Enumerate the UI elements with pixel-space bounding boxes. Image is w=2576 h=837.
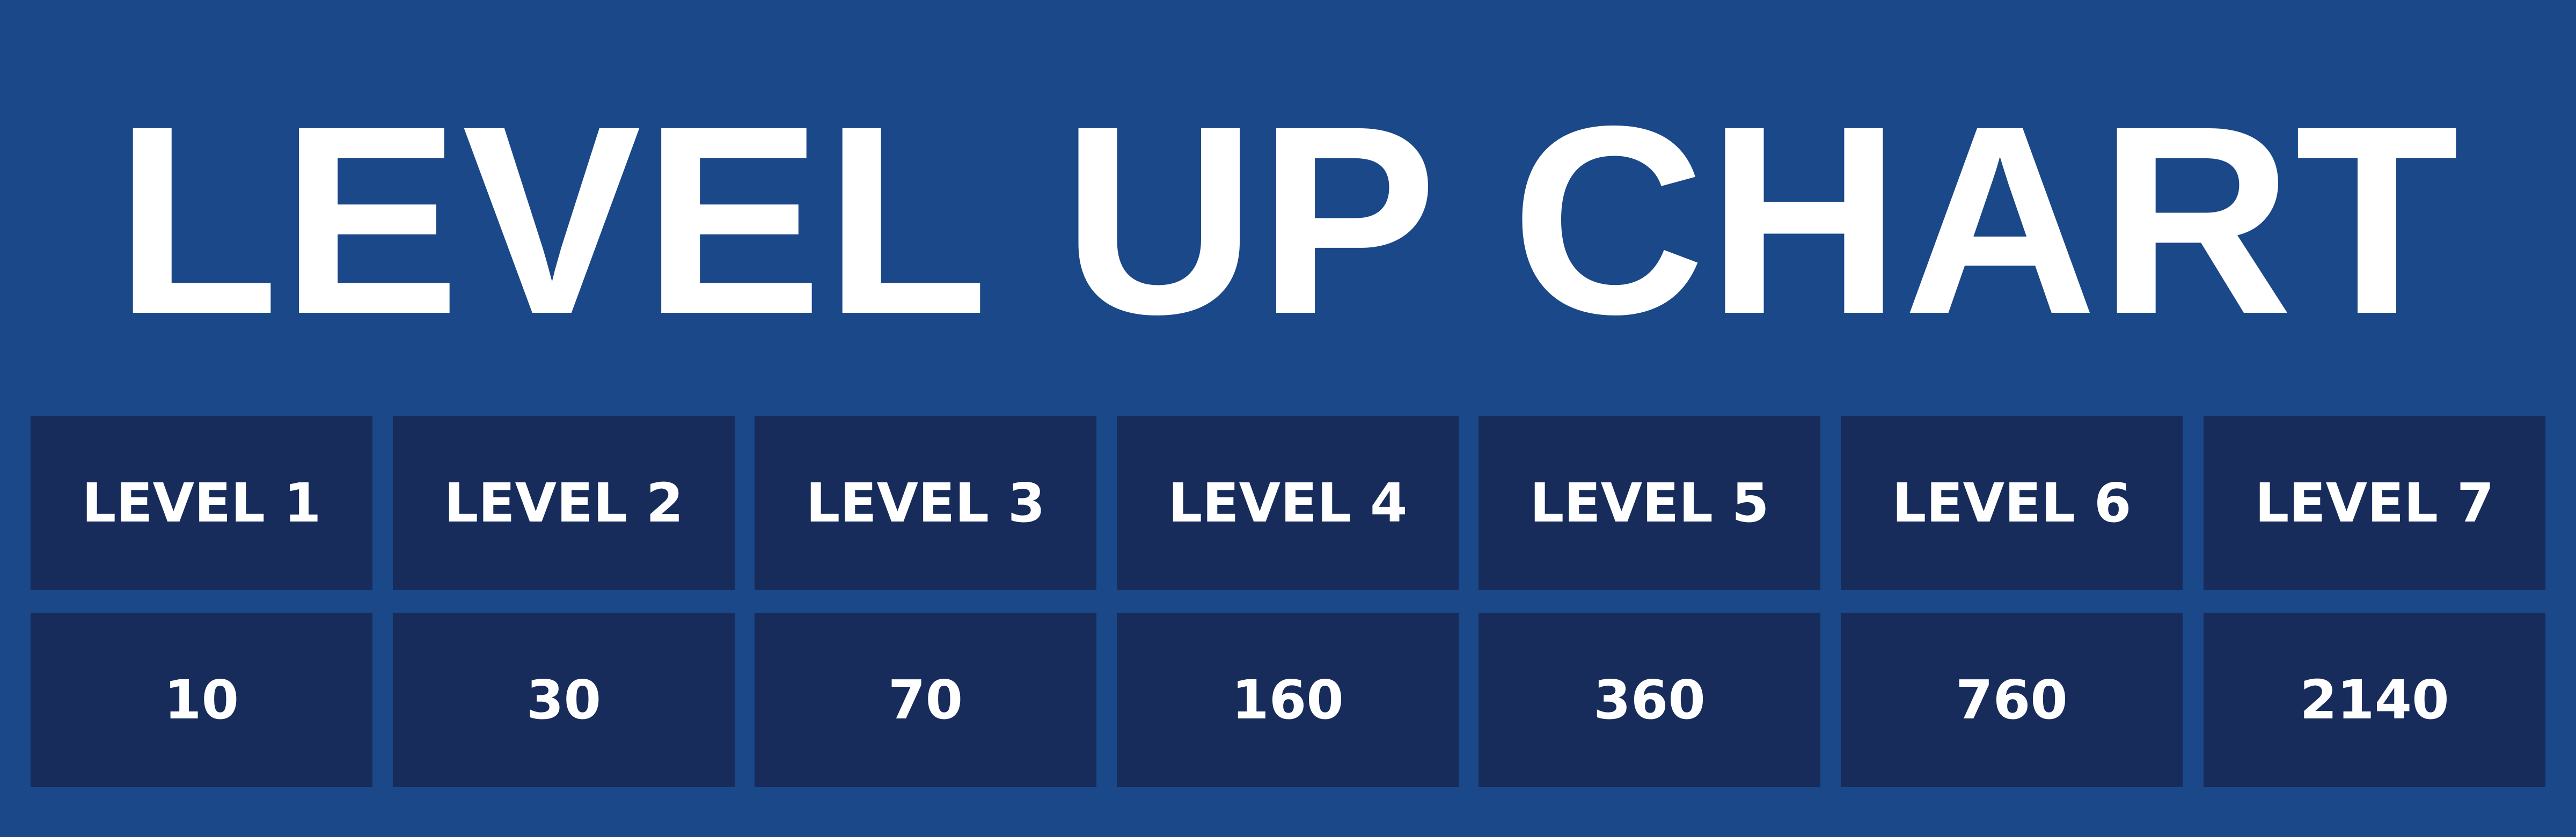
level-value-cell-4: 160 (1117, 613, 1459, 787)
level-header-cell-4: LEVEL 4 (1117, 416, 1459, 590)
level-value-cell-1: 10 (31, 613, 372, 787)
level-value-cell-7: 2140 (2204, 613, 2545, 787)
level-value-cell-2: 30 (393, 613, 735, 787)
level-table: LEVEL 1 LEVEL 2 LEVEL 3 LEVEL 4 LEVEL 5 … (31, 416, 2545, 787)
level-up-chart-page: LEVEL UP CHART LEVEL 1 LEVEL 2 LEVEL 3 L… (0, 0, 2576, 837)
level-value-cell-5: 360 (1479, 613, 1820, 787)
level-header-cell-7: LEVEL 7 (2204, 416, 2545, 590)
level-header-cell-2: LEVEL 2 (393, 416, 735, 590)
level-header-cell-3: LEVEL 3 (755, 416, 1096, 590)
level-value-cell-3: 70 (755, 613, 1096, 787)
level-value-row: 10 30 70 160 360 760 2140 (31, 613, 2545, 787)
level-header-row: LEVEL 1 LEVEL 2 LEVEL 3 LEVEL 4 LEVEL 5 … (31, 416, 2545, 590)
level-header-cell-1: LEVEL 1 (31, 416, 372, 590)
chart-title: LEVEL UP CHART (115, 70, 2461, 370)
level-header-cell-5: LEVEL 5 (1479, 416, 1820, 590)
level-value-cell-6: 760 (1841, 613, 2183, 787)
level-header-cell-6: LEVEL 6 (1841, 416, 2183, 590)
